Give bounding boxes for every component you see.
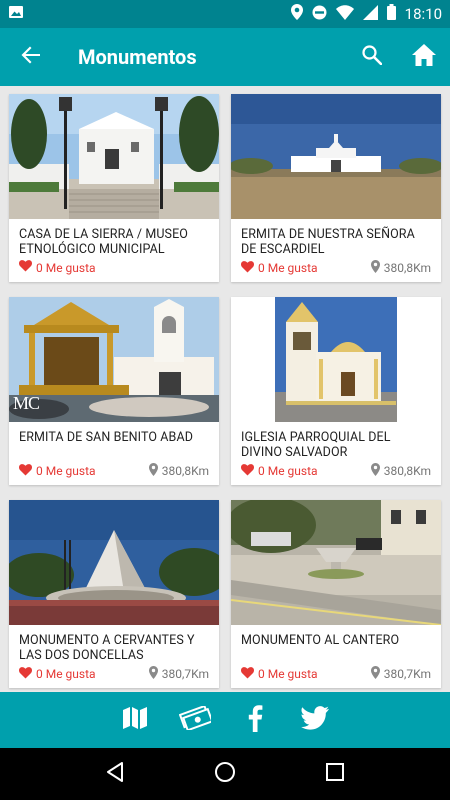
- location-pin-icon: [370, 666, 380, 682]
- like-button[interactable]: 0 Me gusta: [19, 260, 96, 275]
- likes-count: 0 Me gusta: [258, 261, 318, 275]
- bottom-action-bar: [0, 692, 450, 748]
- location-pin-icon: [148, 666, 158, 682]
- map-button[interactable]: [116, 700, 154, 740]
- heart-icon: [19, 666, 32, 682]
- app-bar: Monumentos: [0, 28, 450, 86]
- location-icon: [290, 4, 303, 24]
- like-button[interactable]: 0 Me gusta: [19, 463, 96, 479]
- distance-value: 380,8Km: [161, 464, 209, 478]
- monument-name: MONUMENTO A CERVANTES Y LAS DOS DONCELLA…: [19, 633, 195, 663]
- do-not-disturb-icon: [312, 5, 327, 24]
- triangle-back-icon: [106, 762, 124, 786]
- distance-value: 380,7Km: [383, 667, 431, 681]
- likes-count: 0 Me gusta: [258, 667, 318, 681]
- heart-icon: [19, 463, 32, 479]
- image-notification-icon: [8, 4, 24, 24]
- monument-card[interactable]: MC ERMITA DE SAN BENITO ABAD 0 Me gusta …: [9, 297, 219, 485]
- circle-home-icon: [214, 761, 236, 787]
- monument-photo: [9, 500, 219, 625]
- distance: 380,8Km: [370, 463, 431, 479]
- wifi-icon: [335, 4, 354, 24]
- heart-icon: [241, 463, 254, 479]
- monument-name: IGLESIA PARROQUIAL DEL DIVINO SALVADOR: [241, 430, 391, 460]
- monument-photo: [231, 94, 441, 219]
- back-button[interactable]: [0, 28, 62, 86]
- facebook-button[interactable]: [236, 700, 274, 740]
- monument-card[interactable]: CASA DE LA SIERRA / MUSEO ETNOLÓGICO MUN…: [9, 94, 219, 282]
- monument-photo: [231, 500, 441, 625]
- monument-card[interactable]: ERMITA DE NUESTRA SEÑORA DE ESCARDIEL 0 …: [231, 94, 441, 282]
- monument-photo: MC: [9, 297, 219, 422]
- likes-count: 0 Me gusta: [36, 667, 96, 681]
- like-button[interactable]: 0 Me gusta: [19, 666, 96, 682]
- nav-back-button[interactable]: [95, 754, 135, 794]
- monument-card[interactable]: MONUMENTO A CERVANTES Y LAS DOS DONCELLA…: [9, 500, 219, 688]
- twitter-button[interactable]: [296, 700, 334, 740]
- location-pin-icon: [148, 463, 158, 479]
- distance: 380,8Km: [148, 463, 209, 479]
- distance-value: 380,8Km: [383, 464, 431, 478]
- distance-value: 380,8Km: [383, 261, 431, 275]
- like-button[interactable]: 0 Me gusta: [241, 463, 318, 479]
- distance: 380,8Km: [370, 260, 431, 276]
- monument-card[interactable]: IGLESIA PARROQUIAL DEL DIVINO SALVADOR 0…: [231, 297, 441, 485]
- square-recents-icon: [326, 763, 344, 785]
- like-button[interactable]: 0 Me gusta: [241, 260, 318, 276]
- facebook-icon: [247, 704, 263, 736]
- status-bar: 18:10: [0, 0, 450, 28]
- nav-home-button[interactable]: [205, 754, 245, 794]
- monument-name: ERMITA DE NUESTRA SEÑORA DE ESCARDIEL: [241, 227, 415, 257]
- twitter-icon: [301, 706, 329, 734]
- system-navigation-bar: [0, 748, 450, 800]
- money-button[interactable]: [176, 700, 214, 740]
- monument-card[interactable]: MONUMENTO AL CANTERO 0 Me gusta 380,7Km: [231, 500, 441, 688]
- map-icon: [123, 707, 147, 733]
- monument-grid: CASA DE LA SIERRA / MUSEO ETNOLÓGICO MUN…: [0, 86, 450, 692]
- home-icon: [412, 44, 436, 70]
- location-pin-icon: [370, 260, 380, 276]
- monument-name: CASA DE LA SIERRA / MUSEO ETNOLÓGICO MUN…: [19, 227, 188, 257]
- photo-watermark: MC: [13, 393, 40, 413]
- likes-count: 0 Me gusta: [36, 464, 96, 478]
- distance-value: 380,7Km: [161, 667, 209, 681]
- monument-name: MONUMENTO AL CANTERO: [241, 633, 400, 648]
- heart-icon: [241, 666, 254, 682]
- search-button[interactable]: [346, 28, 398, 86]
- heart-icon: [241, 260, 254, 276]
- clock-time: 18:10: [404, 5, 442, 23]
- money-icon: [178, 704, 214, 734]
- home-button[interactable]: [398, 28, 450, 86]
- signal-icon: [362, 4, 378, 24]
- likes-count: 0 Me gusta: [36, 260, 96, 275]
- monument-photo: [231, 297, 441, 422]
- page-title: Monumentos: [78, 45, 197, 69]
- arrow-back-icon: [21, 46, 41, 68]
- monument-photo: [9, 94, 219, 219]
- battery-icon: [386, 4, 396, 24]
- search-icon: [362, 45, 383, 69]
- likes-count: 0 Me gusta: [258, 464, 318, 478]
- distance: 380,7Km: [370, 666, 431, 682]
- distance: 380,7Km: [148, 666, 209, 682]
- nav-recents-button[interactable]: [315, 754, 355, 794]
- like-button[interactable]: 0 Me gusta: [241, 666, 318, 682]
- heart-icon: [19, 260, 32, 275]
- monument-name: ERMITA DE SAN BENITO ABAD: [19, 430, 193, 445]
- location-pin-icon: [370, 463, 380, 479]
